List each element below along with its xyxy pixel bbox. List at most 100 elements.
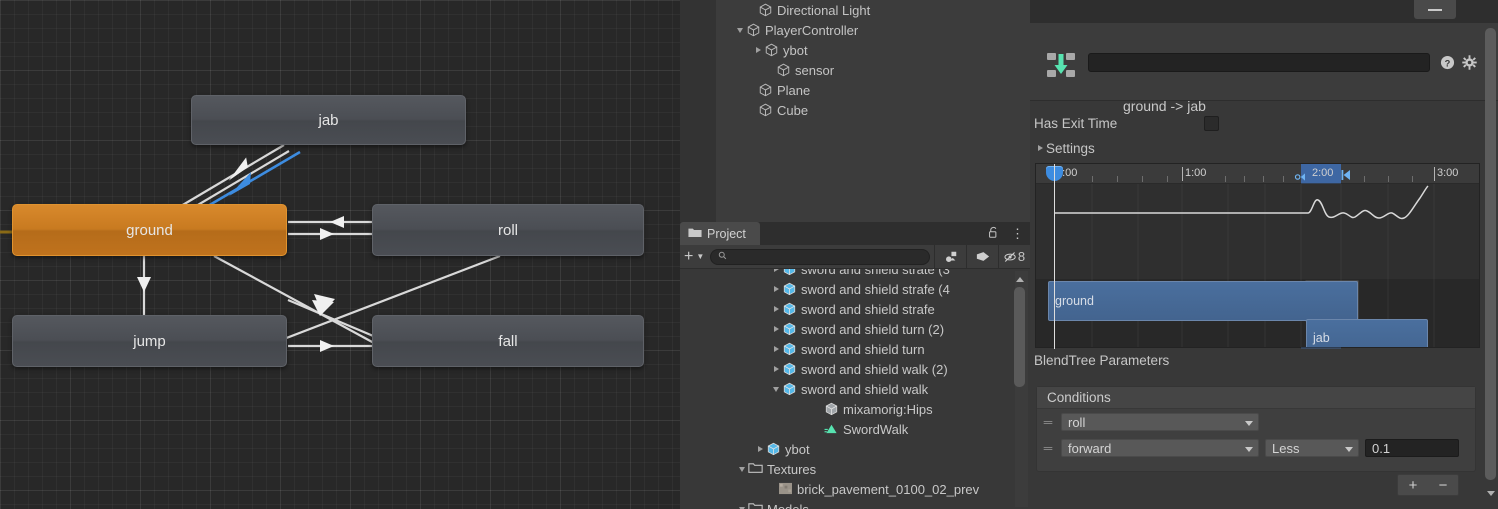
cube-icon: [776, 63, 791, 77]
animator-graph-canvas[interactable]: ground jab roll jump fall: [0, 0, 680, 509]
expand-toggle-icon[interactable]: [766, 479, 778, 499]
hierarchy-item-playercontroller[interactable]: PlayerController: [680, 20, 1030, 40]
label-icon[interactable]: [966, 244, 998, 269]
project-panel[interactable]: Project ⋮ + ▼ 8 sword and shield strate …: [680, 222, 1030, 509]
expand-toggle-icon[interactable]: [770, 319, 782, 339]
animator-state-fall[interactable]: fall: [372, 315, 644, 367]
expand-toggle-icon[interactable]: [770, 279, 782, 299]
kebab-menu-icon[interactable]: ⋮: [1005, 227, 1030, 240]
cube-icon: [758, 3, 773, 17]
expand-toggle-icon[interactable]: [752, 40, 764, 60]
transition-curve-graph[interactable]: [1036, 184, 1479, 279]
transition-clips[interactable]: ground jab: [1036, 279, 1479, 347]
project-item[interactable]: mixamorig:Hips: [680, 399, 1030, 419]
inspector-scrollbar[interactable]: [1483, 28, 1496, 483]
expand-toggle-icon[interactable]: [770, 339, 782, 359]
has-exit-time-checkbox[interactable]: [1204, 115, 1219, 131]
inspector-header: ? ground -> jab: [1030, 23, 1498, 114]
project-item[interactable]: sword and shield turn (2): [680, 319, 1030, 339]
state-label: ground: [126, 221, 173, 239]
project-item-label: ybot: [785, 441, 810, 457]
animator-state-ground[interactable]: ground: [12, 204, 287, 256]
expand-toggle-icon[interactable]: [1034, 138, 1046, 158]
tab-project[interactable]: Project: [680, 222, 760, 245]
expand-toggle-icon[interactable]: [764, 60, 776, 80]
expand-toggle-icon[interactable]: [770, 269, 782, 279]
expand-toggle-icon[interactable]: [746, 80, 758, 100]
timeline-ruler[interactable]: 0:00 1:00 2:00 3:00: [1036, 164, 1479, 184]
drag-handle-icon[interactable]: ═: [1041, 416, 1055, 428]
expand-toggle-icon[interactable]: [812, 399, 824, 419]
collapse-toggle-icon[interactable]: [770, 379, 782, 399]
settings-foldout[interactable]: Settings: [1030, 138, 1498, 158]
blendtree-parameters-label: BlendTree Parameters: [1034, 353, 1170, 368]
hierarchy-panel[interactable]: Directional Light PlayerController ybot: [680, 0, 1030, 222]
inspector-panel[interactable]: ? ground -> jab Has Exit Time Settings 0…: [1030, 0, 1498, 509]
ruler-label-3: 3:00: [1437, 167, 1459, 179]
hierarchy-item-label: PlayerController: [765, 22, 859, 38]
scroll-down-icon[interactable]: [1485, 488, 1496, 499]
project-item[interactable]: sword and shield walk (2): [680, 359, 1030, 379]
project-item[interactable]: sword and shield turn: [680, 339, 1030, 359]
transition-timeline[interactable]: 0:00 1:00 2:00 3:00 ground jab: [1035, 163, 1480, 349]
add-asset-button[interactable]: + ▼: [684, 248, 710, 266]
collapse-toggle-icon[interactable]: [734, 20, 746, 40]
condition-parameter-dropdown[interactable]: roll: [1061, 413, 1259, 431]
exit-time-marker-right-icon[interactable]: [1341, 168, 1351, 180]
hidden-packages-count[interactable]: 8: [998, 244, 1030, 269]
hierarchy-item-cube[interactable]: Cube: [680, 100, 1030, 120]
expand-toggle-icon[interactable]: [812, 419, 824, 439]
hierarchy-item-plane[interactable]: Plane: [680, 80, 1030, 100]
transition-name-input[interactable]: [1088, 53, 1430, 72]
project-item[interactable]: Textures: [680, 459, 1030, 479]
project-item[interactable]: sword and shield strafe: [680, 299, 1030, 319]
animator-state-jab[interactable]: jab: [191, 95, 466, 145]
project-item[interactable]: SwordWalk: [680, 419, 1030, 439]
project-item-label: sword and shield strate (3: [801, 269, 950, 277]
lock-open-icon[interactable]: [982, 226, 1005, 242]
expand-toggle-icon[interactable]: [746, 0, 758, 20]
collapse-toggle-icon[interactable]: [736, 459, 748, 479]
scroll-up-icon[interactable]: [1014, 274, 1025, 285]
expand-toggle-icon[interactable]: [746, 100, 758, 120]
expand-toggle-icon[interactable]: [754, 439, 766, 459]
condition-parameter-dropdown[interactable]: forward: [1061, 439, 1259, 457]
expand-toggle-icon[interactable]: [770, 299, 782, 319]
hierarchy-item-sensor[interactable]: sensor: [680, 60, 1030, 80]
condition-mode-dropdown[interactable]: Less: [1265, 439, 1359, 457]
drag-handle-icon[interactable]: ═: [1041, 442, 1055, 454]
minimize-icon[interactable]: [1414, 0, 1456, 19]
condition-row[interactable]: ═ roll: [1037, 409, 1475, 435]
expand-toggle-icon[interactable]: [770, 359, 782, 379]
project-scrollbar[interactable]: [1014, 271, 1028, 507]
hierarchy-item-directional-light[interactable]: Directional Light: [680, 0, 1030, 20]
project-item[interactable]: sword and shield walk: [680, 379, 1030, 399]
gear-icon[interactable]: [1462, 55, 1477, 75]
project-item[interactable]: sword and shield strafe (4: [680, 279, 1030, 299]
project-item[interactable]: sword and shield strate (3: [680, 269, 1030, 279]
timeline-clip-jab[interactable]: jab: [1306, 319, 1428, 347]
animator-state-jump[interactable]: jump: [12, 315, 287, 367]
favorites-icon[interactable]: [934, 244, 966, 269]
help-icon[interactable]: ?: [1440, 55, 1455, 75]
add-condition-button[interactable]: +: [1398, 475, 1428, 495]
animator-state-roll[interactable]: roll: [372, 204, 644, 256]
timeline-clip-ground[interactable]: ground: [1048, 281, 1358, 321]
collapse-toggle-icon[interactable]: [736, 499, 748, 509]
ruler-label-2: 2:00: [1312, 167, 1334, 179]
project-item[interactable]: Models: [680, 499, 1030, 509]
project-asset-list[interactable]: sword and shield strate (3 sword and shi…: [680, 269, 1030, 509]
search-input[interactable]: [710, 248, 930, 265]
exit-time-marker-left-icon[interactable]: [1294, 169, 1305, 181]
scrollbar-thumb[interactable]: [1014, 287, 1025, 387]
project-item[interactable]: ybot: [680, 439, 1030, 459]
condition-row[interactable]: ═ forward Less 0.1: [1037, 435, 1475, 461]
condition-threshold-input[interactable]: 0.1: [1365, 439, 1459, 457]
project-item[interactable]: brick_pavement_0100_02_prev: [680, 479, 1030, 499]
scrollbar-thumb[interactable]: [1485, 28, 1496, 480]
hierarchy-item-ybot[interactable]: ybot: [680, 40, 1030, 60]
search-icon: [718, 251, 727, 263]
project-item-label: SwordWalk: [843, 421, 909, 437]
remove-condition-button[interactable]: −: [1428, 475, 1458, 495]
condition-parameter-value: forward: [1068, 440, 1112, 456]
